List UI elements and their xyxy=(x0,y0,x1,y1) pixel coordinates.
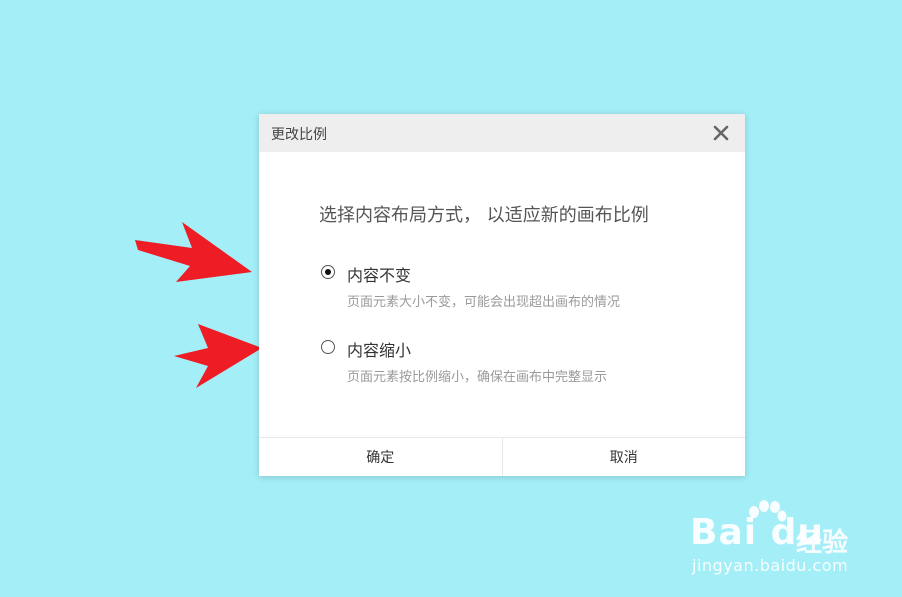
close-button[interactable] xyxy=(711,123,731,143)
change-ratio-dialog: 更改比例 选择内容布局方式， 以适应新的画布比例 内容不变 页面元素大小不变，可… xyxy=(259,114,745,476)
radio-shrink-content[interactable] xyxy=(321,340,335,354)
confirm-button[interactable]: 确定 xyxy=(259,438,502,476)
option-description: 页面元素按比例缩小，确保在画布中完整显示 xyxy=(347,370,608,385)
dialog-header: 更改比例 xyxy=(259,114,745,152)
baidu-jingyan-watermark: Bai du 经验 jingyan.baidu.com xyxy=(690,500,860,580)
dialog-footer: 确定 取消 xyxy=(259,437,745,476)
option-label: 内容不变 xyxy=(347,266,412,285)
watermark-url: jingyan.baidu.com xyxy=(692,556,849,575)
radio-keep-content[interactable] xyxy=(321,265,335,279)
option-label: 内容缩小 xyxy=(347,341,412,360)
arrow-annotation-2 xyxy=(174,324,262,388)
dialog-prompt: 选择内容布局方式， 以适应新的画布比例 xyxy=(319,205,649,226)
option-description: 页面元素大小不变，可能会出现超出画布的情况 xyxy=(347,295,621,310)
close-icon xyxy=(713,125,729,141)
jingyan-text: 经验 xyxy=(796,528,849,558)
dialog-title: 更改比例 xyxy=(271,127,327,143)
cancel-button[interactable]: 取消 xyxy=(501,438,746,476)
arrow-annotation-1 xyxy=(135,222,252,282)
